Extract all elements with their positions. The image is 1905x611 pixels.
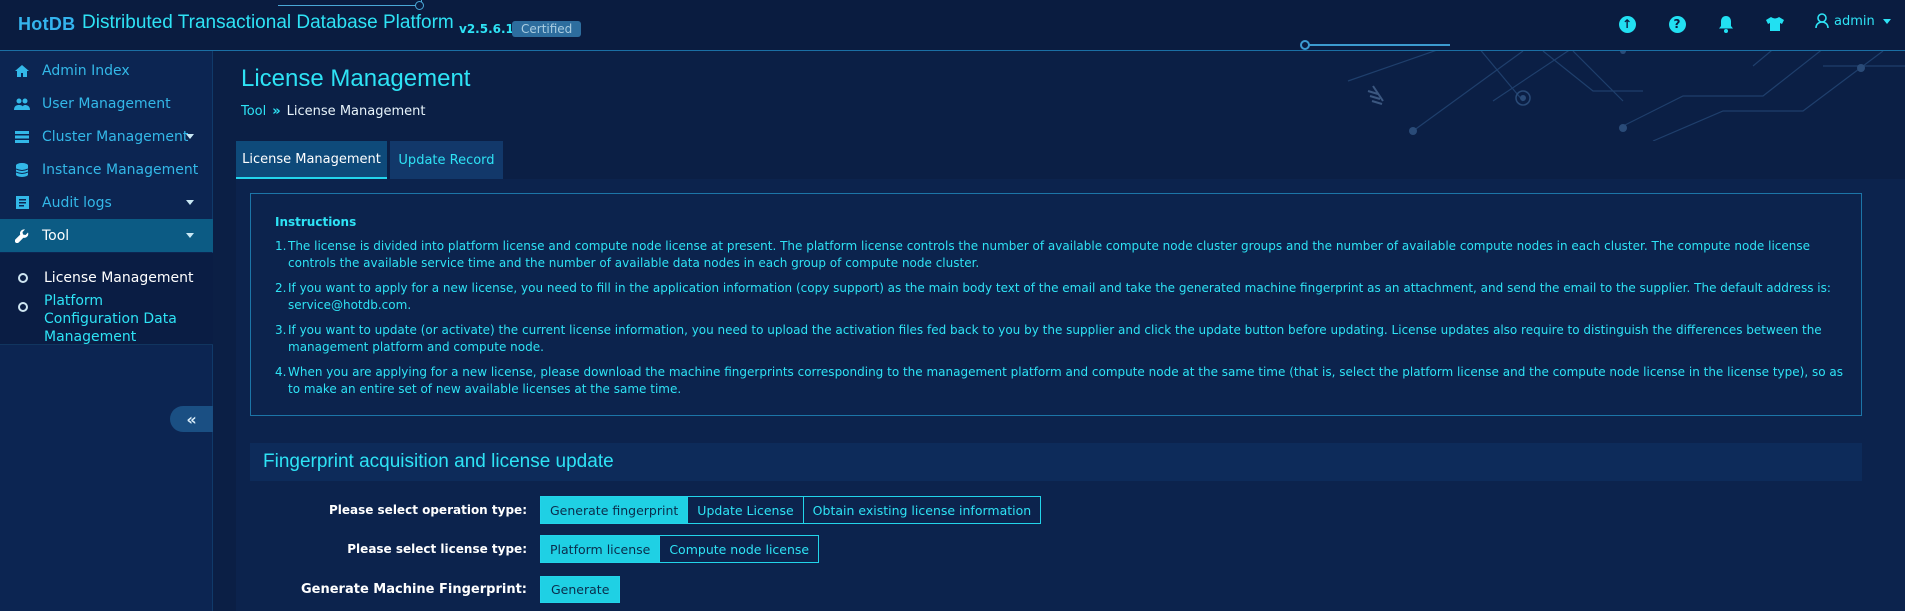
upload-icon[interactable]: ↑ bbox=[1617, 14, 1637, 34]
breadcrumb-root-link[interactable]: Tool bbox=[241, 104, 266, 119]
chevron-down-icon bbox=[186, 134, 194, 139]
sidebar-item-user-management[interactable]: User Management bbox=[0, 87, 213, 120]
sidebar-item-label: Cluster Management bbox=[42, 128, 189, 145]
version-label: v2.5.6.1 bbox=[459, 22, 514, 36]
sidebar-collapse-button[interactable]: « bbox=[170, 406, 213, 432]
log-icon bbox=[14, 196, 30, 209]
home-icon bbox=[14, 64, 30, 77]
operation-type-label: Please select operation type: bbox=[328, 503, 527, 517]
license-panel: Instructions 1. The license is divided in… bbox=[236, 179, 1905, 611]
submenu-item-license-management[interactable]: License Management bbox=[44, 269, 193, 287]
logo[interactable]: HotDB bbox=[18, 14, 76, 35]
header-decoration-node bbox=[1300, 40, 1310, 50]
sidebar-item-admin-index[interactable]: Admin Index bbox=[0, 54, 213, 87]
license-type-label: Please select license type: bbox=[347, 542, 527, 556]
instruction-item: 3. If you want to update (or activate) th… bbox=[275, 323, 1822, 354]
sidebar-item-instance-management[interactable]: Instance Management bbox=[0, 153, 213, 186]
breadcrumb-current: License Management bbox=[286, 104, 426, 119]
sidebar-item-tool[interactable]: Tool bbox=[0, 219, 213, 252]
operation-type-row: Please select operation type: Generate f… bbox=[236, 496, 1042, 524]
sidebar-item-label: Tool bbox=[42, 227, 70, 244]
sidebar-item-label: Instance Management bbox=[42, 161, 199, 178]
instructions-box: Instructions 1. The license is divided in… bbox=[250, 193, 1862, 416]
submenu-item-platform-config[interactable]: Platform Configuration Data Management bbox=[44, 292, 194, 346]
shirt-icon[interactable] bbox=[1765, 14, 1785, 34]
chevron-down-icon bbox=[186, 200, 194, 205]
users-icon bbox=[14, 98, 30, 110]
generate-button[interactable]: Generate bbox=[540, 576, 621, 603]
tab-license-management[interactable]: License Management bbox=[236, 141, 387, 179]
circuit-decoration bbox=[1347, 51, 1905, 141]
sidebar-item-cluster-management[interactable]: Cluster Management bbox=[0, 120, 213, 153]
type-platform-license[interactable]: Platform license bbox=[541, 536, 661, 562]
operation-type-group: Generate fingerprint Update License Obta… bbox=[540, 496, 1042, 524]
user-name: admin bbox=[1834, 13, 1875, 29]
submenu-dot-icon bbox=[18, 273, 28, 283]
main-content: License Management Tool » License Manage… bbox=[213, 51, 1905, 611]
breadcrumb-separator-icon: » bbox=[272, 104, 281, 119]
submenu-dot-icon bbox=[18, 302, 28, 312]
generate-row: Generate Machine Fingerprint: Generate bbox=[236, 576, 621, 603]
sidebar-item-label: User Management bbox=[42, 95, 171, 112]
chevron-down-icon bbox=[186, 233, 194, 238]
op-update-license[interactable]: Update License bbox=[688, 497, 804, 523]
license-type-row: Please select license type: Platform lic… bbox=[236, 535, 820, 563]
breadcrumb: Tool » License Management bbox=[241, 104, 425, 119]
database-icon bbox=[14, 162, 30, 177]
generate-label: Generate Machine Fingerprint: bbox=[301, 582, 527, 597]
tool-submenu: License Management Platform Configuratio… bbox=[0, 253, 213, 345]
header-decoration-dot bbox=[415, 1, 424, 10]
type-compute-node-license[interactable]: Compute node license bbox=[660, 536, 818, 562]
help-icon[interactable]: ? bbox=[1667, 14, 1687, 34]
sidebar: Admin Index User Management Cluster Mana… bbox=[0, 51, 213, 611]
app-title: Distributed Transactional Database Platf… bbox=[82, 12, 454, 33]
bell-icon[interactable] bbox=[1716, 14, 1736, 34]
wrench-icon bbox=[14, 228, 30, 243]
fingerprint-section-title: Fingerprint acquisition and license upda… bbox=[250, 443, 1862, 481]
cluster-icon bbox=[14, 130, 30, 143]
user-icon bbox=[1815, 13, 1829, 29]
sidebar-item-audit-logs[interactable]: Audit logs bbox=[0, 186, 213, 219]
sidebar-item-label: Audit logs bbox=[42, 194, 112, 211]
header-decoration bbox=[278, 0, 422, 6]
op-generate-fingerprint[interactable]: Generate fingerprint bbox=[541, 497, 689, 523]
page-title: License Management bbox=[241, 65, 471, 92]
instruction-item: 4. When you are applying for a new licens… bbox=[275, 365, 1843, 396]
license-type-group: Platform license Compute node license bbox=[540, 535, 820, 563]
certified-badge: Certified bbox=[512, 21, 582, 37]
top-bar: HotDB Distributed Transactional Database… bbox=[0, 0, 1905, 51]
header-decoration-line bbox=[1305, 44, 1450, 51]
user-menu[interactable]: admin bbox=[1815, 13, 1891, 29]
sidebar-item-label: Admin Index bbox=[42, 62, 130, 79]
chevron-down-icon bbox=[1882, 18, 1891, 24]
instructions-list: 1. The license is divided into platform l… bbox=[275, 238, 1855, 406]
op-obtain-license-info[interactable]: Obtain existing license information bbox=[804, 497, 1041, 523]
instructions-title: Instructions bbox=[275, 215, 357, 229]
instruction-item: 1. The license is divided into platform l… bbox=[275, 239, 1811, 270]
instruction-item: 2. If you want to apply for a new license… bbox=[275, 281, 1831, 312]
tab-update-record[interactable]: Update Record bbox=[390, 141, 503, 179]
